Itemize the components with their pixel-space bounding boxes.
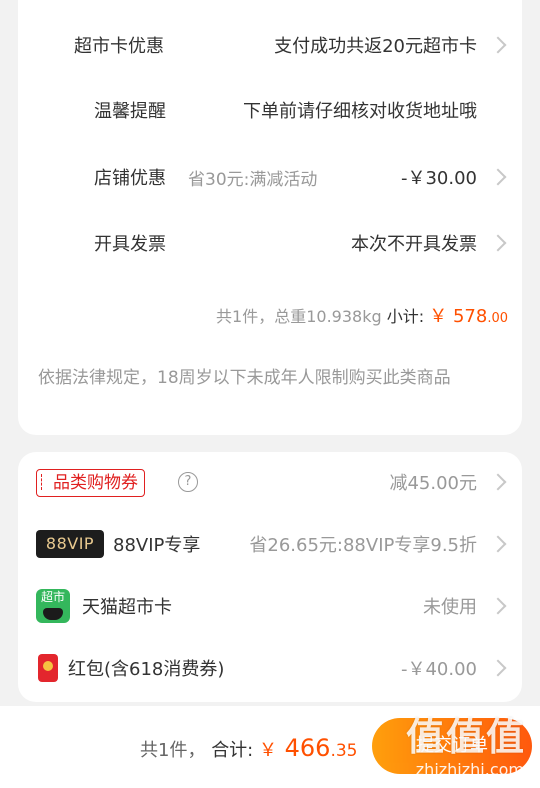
category-coupon-tag: 品类购物券 (36, 469, 145, 497)
supermarket-card-promo-value: 支付成功共返20元超市卡 (274, 36, 477, 57)
shop-discount-row[interactable]: 店铺优惠 省30元:满减活动 -￥30.00 (18, 157, 522, 197)
tmall-card-label: 天猫超市卡 (82, 597, 172, 618)
category-coupon-value: 减45.00元 (389, 473, 477, 494)
total-dec: .35 (330, 741, 358, 761)
shop-discount-note: 省30元:满减活动 (188, 169, 318, 190)
order-options-card: 超市卡优惠 支付成功共返20元超市卡 温馨提醒 下单前请仔细核对收货地址哦 店铺… (18, 0, 522, 435)
invoice-row[interactable]: 开具发票 本次不开具发票 (18, 223, 522, 263)
subtotal-int: 578 (452, 306, 488, 327)
chevron-right-icon (489, 597, 507, 615)
tmall-card-icon-text: 超市 (40, 590, 65, 604)
order-total: 共1件， 合计: ￥ 466.35 (140, 734, 358, 762)
supermarket-card-promo-label: 超市卡优惠 (74, 36, 164, 57)
cat-face-icon (43, 608, 63, 620)
subtotal-label: 小计: (386, 307, 425, 326)
total-label: 合计: (211, 740, 254, 761)
total-count: 共1件， (140, 740, 206, 761)
shop-discount-value: -￥30.00 (400, 168, 477, 189)
red-packet-label: 红包(含618消费券) (68, 659, 225, 680)
subtotal-price: ￥ 578.00 (429, 306, 508, 327)
chevron-right-icon (489, 168, 507, 186)
watermark-logo: 值值值 (405, 715, 526, 759)
reminder-label: 温馨提醒 (94, 101, 166, 122)
legal-notice: 依据法律规定，18周岁以下未成年人限制购买此类商品 (38, 368, 451, 388)
red-packet-value: -￥40.00 (400, 659, 477, 680)
chevron-right-icon (489, 473, 507, 491)
tmall-card-row[interactable]: 超市 天猫超市卡 未使用 (18, 586, 522, 626)
shop-discount-label: 店铺优惠 (94, 168, 166, 189)
supermarket-card-promo-row[interactable]: 超市卡优惠 支付成功共返20元超市卡 (18, 25, 522, 65)
vip-badge-icon: 88VIP (36, 530, 104, 558)
chevron-right-icon (489, 234, 507, 252)
red-packet-icon (38, 654, 58, 682)
help-icon[interactable]: ? (178, 472, 198, 492)
order-summary: 共1件，总重10.938kg 小计: ￥ 578.00 (216, 302, 508, 328)
watermark-domain: zhizhizhi.com (415, 760, 524, 779)
reminder-row: 温馨提醒 下单前请仔细核对收货地址哦 (18, 90, 522, 130)
invoice-label: 开具发票 (94, 234, 166, 255)
vip-label: 88VIP专享 (113, 535, 201, 556)
category-coupon-row[interactable]: 品类购物券 ? 减45.00元 (18, 462, 522, 502)
total-currency: ￥ (259, 740, 277, 761)
red-packet-row[interactable]: 红包(含618消费券) -￥40.00 (18, 648, 522, 688)
discounts-card: 品类购物券 ? 减45.00元 88VIP 88VIP专享 省26.65元:88… (18, 452, 522, 702)
count-weight: 共1件，总重10.938kg (216, 307, 382, 326)
chevron-right-icon (489, 535, 507, 553)
vip-row[interactable]: 88VIP 88VIP专享 省26.65元:88VIP专享9.5折 (18, 524, 522, 564)
chevron-right-icon (489, 659, 507, 677)
tmall-supermarket-card-icon: 超市 (36, 589, 70, 623)
vip-value: 省26.65元:88VIP专享9.5折 (249, 535, 477, 556)
total-int: 466 (284, 734, 331, 762)
total-amount: ￥ 466.35 (259, 734, 358, 762)
subtotal-currency: ￥ (429, 306, 448, 327)
subtotal-dec: .00 (487, 311, 508, 326)
invoice-value: 本次不开具发票 (351, 234, 477, 255)
checkout-bar: 共1件， 合计: ￥ 466.35 提交订单 值值值 zhizhizhi.com (0, 706, 540, 788)
chevron-right-icon (489, 36, 507, 54)
reminder-value: 下单前请仔细核对收货地址哦 (243, 101, 477, 122)
tmall-card-value: 未使用 (423, 597, 477, 618)
